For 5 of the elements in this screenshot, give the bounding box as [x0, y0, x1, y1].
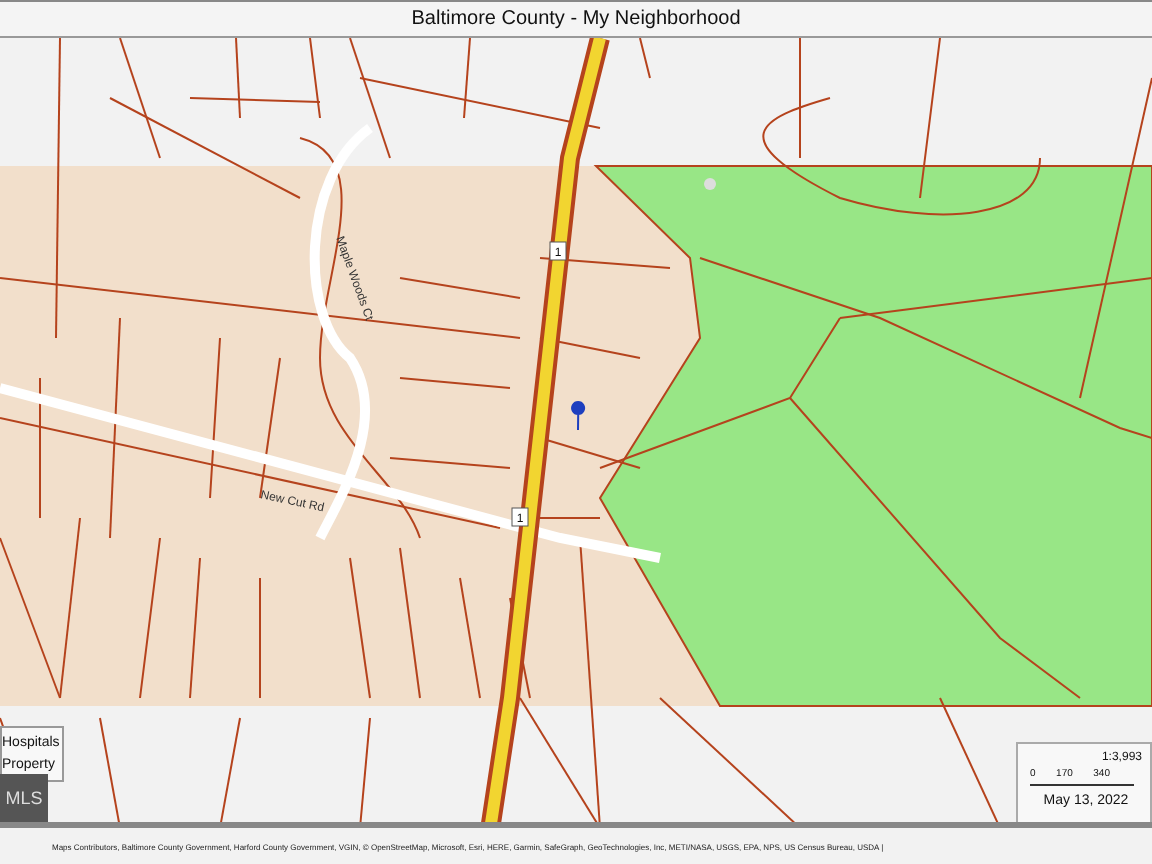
map-marker: [704, 178, 716, 190]
scale-bar: [1030, 780, 1134, 786]
window-title: Baltimore County - My Neighborhood: [411, 8, 741, 30]
logo: MLS: [0, 774, 48, 822]
location-pin-icon[interactable]: [571, 401, 586, 431]
